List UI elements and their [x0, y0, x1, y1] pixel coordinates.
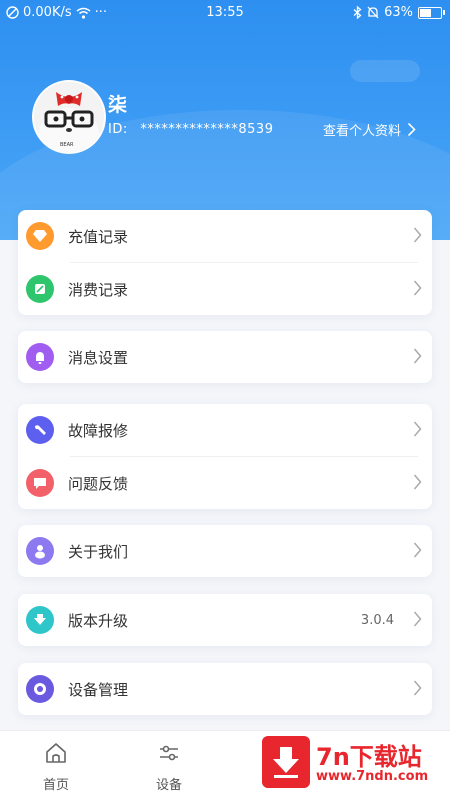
menu-item-version-upgrade[interactable]: 版本升级 3.0.4: [18, 594, 432, 646]
menu-card-version: 版本升级 3.0.4: [18, 594, 432, 646]
chevron-right-icon: [413, 280, 422, 296]
diamond-icon: [26, 222, 54, 250]
profile-section: BEAR 柒 ID: **************8539 查看个人资料: [32, 80, 432, 154]
mute-bell-icon: [367, 6, 379, 19]
menu-item-about-us[interactable]: 关于我们: [18, 525, 432, 577]
download-arrow-icon: [262, 736, 310, 788]
chevron-right-icon: [413, 227, 422, 243]
menu-item-consumption-records[interactable]: 消费记录: [18, 263, 432, 315]
avatar-caption: BEAR: [60, 142, 74, 148]
watermark-brand: 7n下载站: [316, 743, 422, 771]
view-profile-label: 查看个人资料: [322, 124, 401, 139]
avatar[interactable]: BEAR: [32, 80, 106, 154]
menu-card-about: 关于我们: [18, 525, 432, 577]
chevron-right-icon: [413, 348, 422, 364]
clock: 13:55: [206, 5, 244, 20]
chevron-right-icon: [413, 542, 422, 558]
tab-home-label: 首页: [42, 778, 69, 793]
version-number: 3.0.4: [360, 612, 394, 628]
device-icon: [26, 675, 54, 703]
menu-card-devices: 设备管理: [18, 663, 432, 715]
view-profile-link[interactable]: 查看个人资料: [323, 120, 416, 139]
bear-avatar-image: BEAR: [34, 82, 104, 152]
menu-item-label: 关于我们: [68, 542, 129, 561]
chevron-right-icon: [413, 421, 422, 437]
username: 柒: [108, 94, 128, 116]
menu-item-label: 故障报修: [68, 421, 129, 440]
menu-item-fault-repair[interactable]: 故障报修: [18, 404, 432, 456]
menu-item-recharge-records[interactable]: 充值记录: [18, 210, 432, 262]
menu-item-label: 消息设置: [68, 348, 129, 367]
user-id-label: ID:: [108, 122, 128, 137]
profile-header: 0.00K/s ··· 13:55 63% BEAR 柒 ID: *******…: [0, 0, 450, 240]
info-icon: [26, 537, 54, 565]
menu-card-messages: 消息设置: [18, 331, 432, 383]
tab-device-label: 设备: [155, 778, 182, 793]
menu-item-label: 设备管理: [68, 680, 129, 699]
sliders-icon: [160, 745, 178, 761]
user-id: ID: **************8539: [108, 122, 273, 137]
tab-home[interactable]: 首页: [16, 741, 96, 793]
menu-item-message-settings[interactable]: 消息设置: [18, 331, 432, 383]
status-bar: 0.00K/s ··· 13:55 63%: [0, 0, 450, 26]
watermark-url: www.7ndn.com: [316, 769, 429, 784]
chevron-right-icon: [407, 122, 416, 137]
user-id-value: **************8539: [140, 122, 274, 137]
bluetooth-icon: [353, 6, 362, 19]
chevron-right-icon: [413, 680, 422, 696]
feedback-icon: [26, 469, 54, 497]
receipt-icon: [26, 275, 54, 303]
watermark: 7n下载站 www.7ndn.com: [262, 736, 438, 788]
menu-item-label: 充值记录: [68, 227, 129, 246]
menu-item-label: 版本升级: [68, 611, 129, 630]
home-icon: [46, 743, 66, 763]
menu-card-records: 充值记录 消费记录: [18, 210, 432, 315]
menu-item-label: 消费记录: [68, 280, 129, 299]
menu-card-support: 故障报修 问题反馈: [18, 404, 432, 509]
chevron-right-icon: [413, 611, 422, 627]
menu-item-label: 问题反馈: [68, 474, 129, 493]
battery-percent: 63%: [384, 5, 413, 20]
wrench-icon: [26, 416, 54, 444]
cloud-decoration: [350, 60, 420, 82]
tab-device[interactable]: 设备: [129, 741, 209, 793]
bell-icon: [26, 343, 54, 371]
menu-item-feedback[interactable]: 问题反馈: [18, 457, 432, 509]
battery-icon: [418, 6, 445, 19]
chevron-right-icon: [413, 474, 422, 490]
upgrade-icon: [26, 606, 54, 634]
menu-item-device-management[interactable]: 设备管理: [18, 663, 432, 715]
